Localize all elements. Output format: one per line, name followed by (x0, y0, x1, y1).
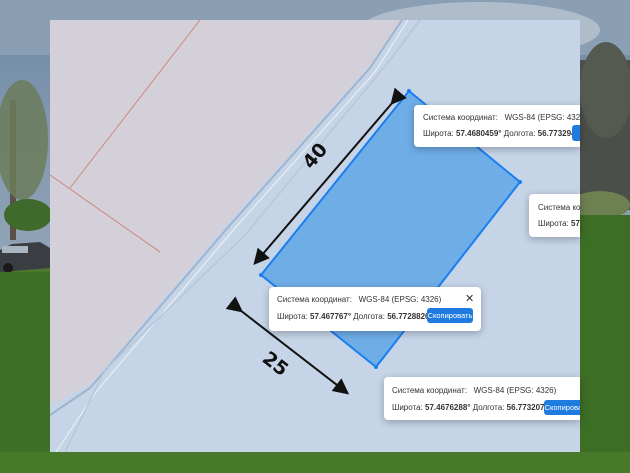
latitude-value: 57.4676288° (425, 403, 471, 412)
longitude-label: Долгота: (472, 403, 505, 412)
longitude-label: Долгота: (353, 312, 385, 321)
latitude-value: 57.467767° (310, 312, 352, 321)
copy-button[interactable]: Скопировать (544, 400, 580, 415)
parcel-vertex[interactable] (518, 180, 522, 184)
coordinate-system-value: WGS-84 (EPSG: 4326) (504, 113, 580, 122)
longitude-label: Долгота: (503, 129, 536, 138)
parcel-vertex[interactable] (407, 89, 411, 93)
coordinate-popup: Система координат: WGS-84 (EPSG: 4326) Ш… (384, 377, 580, 420)
coordinate-system-label: Система координат: (423, 113, 498, 122)
latitude-value: 57.4680459° (456, 129, 502, 138)
latitude-value: 57.4 (571, 219, 580, 228)
parcel-vertex[interactable] (374, 365, 378, 369)
close-icon[interactable]: ✕ (465, 294, 474, 305)
coordinate-popup: Система координат: Широта: 57.4 (529, 194, 580, 237)
coordinate-popup: Система координат: WGS-84 (EPSG: 4326) Ш… (414, 105, 580, 147)
coordinate-system-label: Система координат: (392, 386, 467, 395)
coordinate-system-value: WGS-84 (EPSG: 4326) (358, 295, 442, 304)
copy-button[interactable]: Скопировать (427, 308, 473, 323)
latitude-label: Широта: (277, 312, 308, 321)
coordinate-system-value: WGS-84 (EPSG: 4326) (473, 386, 557, 395)
latitude-label: Широта: (392, 403, 423, 412)
copy-button[interactable] (572, 125, 580, 141)
parcel-vertex[interactable] (259, 273, 263, 277)
latitude-label: Широта: (538, 219, 569, 228)
coordinate-popup: Система координат: WGS-84 (EPSG: 4326) ✕… (269, 287, 481, 331)
longitude-value: 56.7728826° (387, 312, 433, 321)
coordinate-system-label: Система координат: (277, 295, 352, 304)
latitude-label: Широта: (423, 129, 454, 138)
coordinate-system-label: Система координат: (538, 203, 580, 212)
